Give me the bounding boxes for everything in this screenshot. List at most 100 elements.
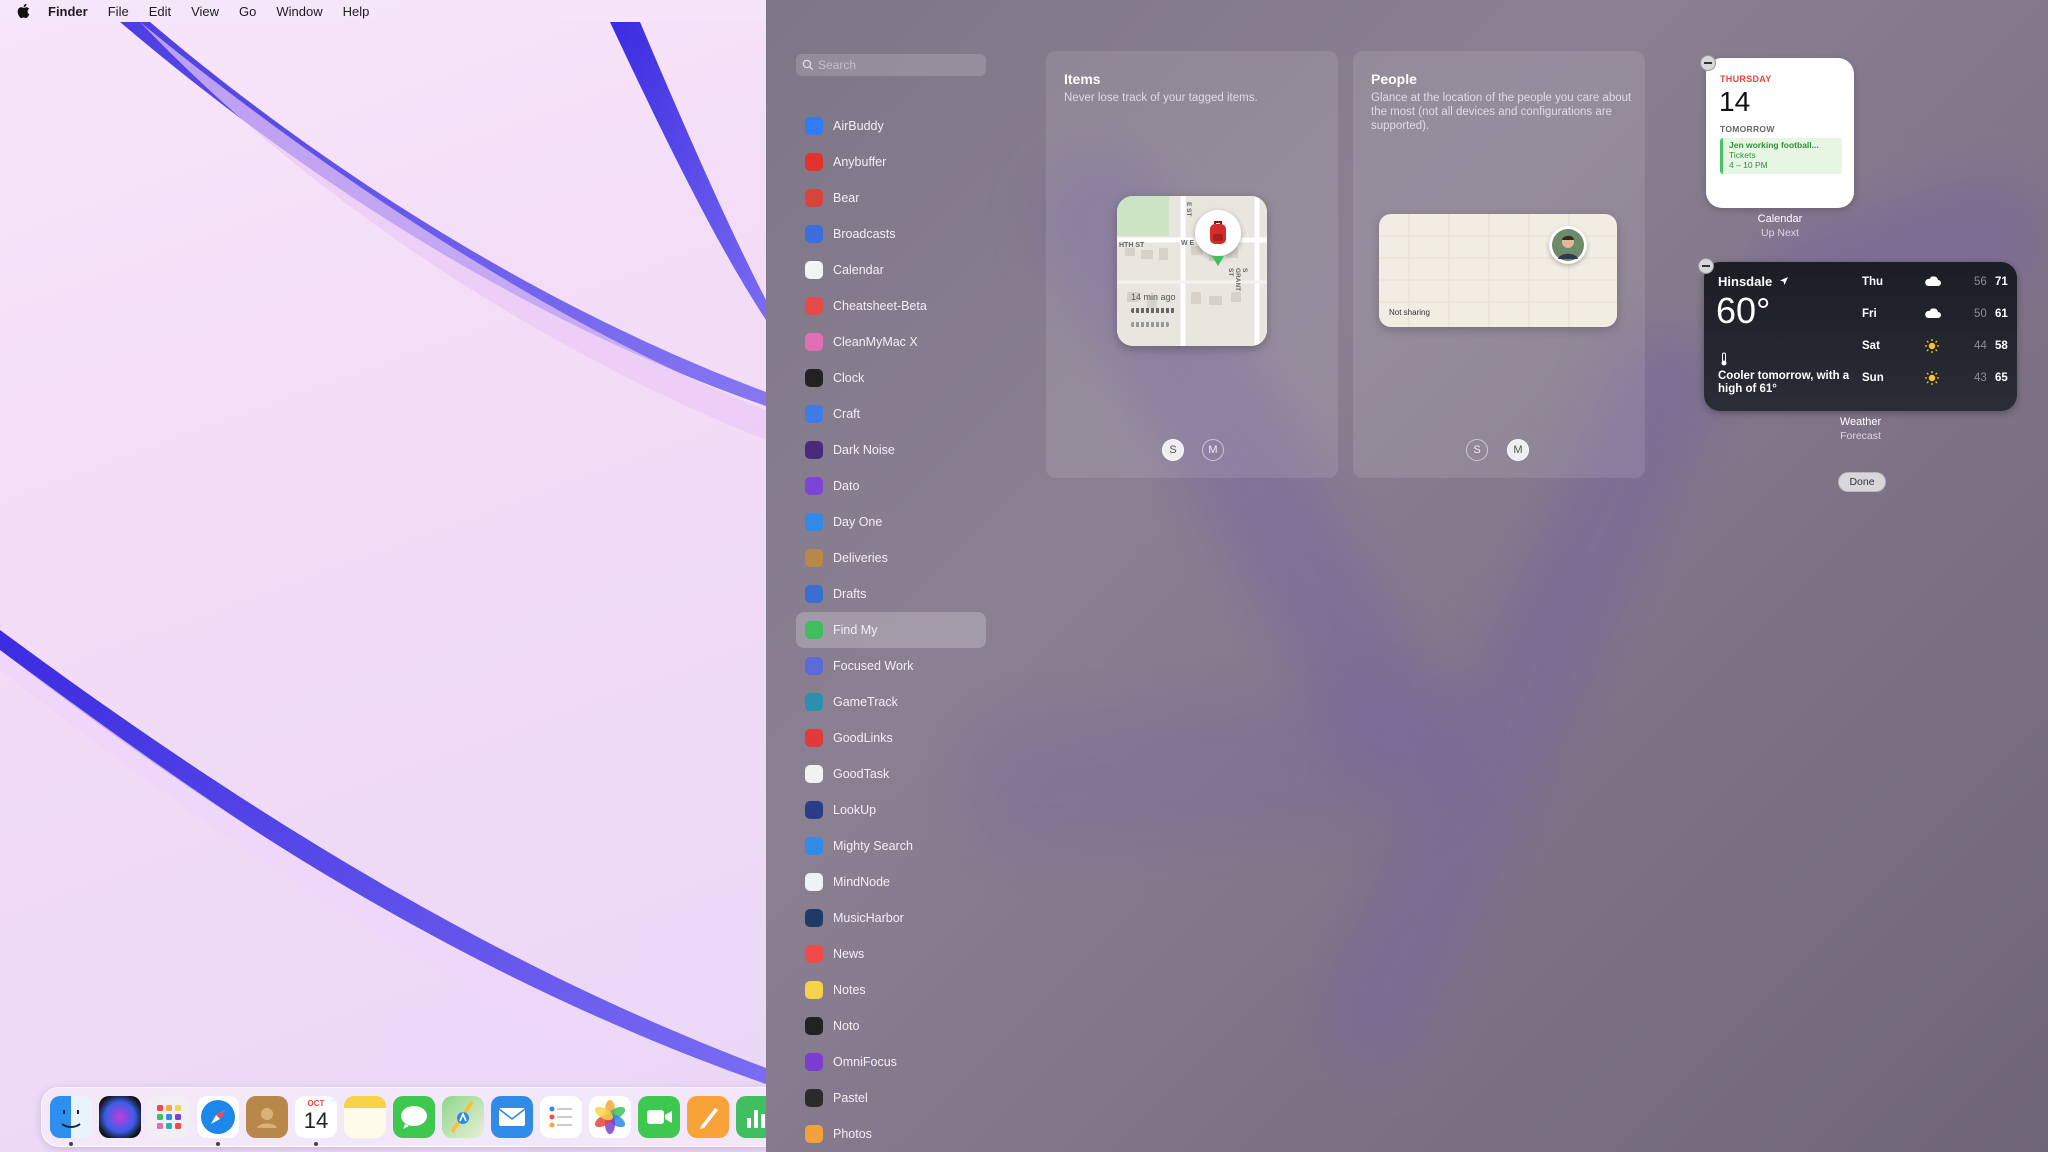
widget-app-item-lookup[interactable]: LookUp [796,792,986,828]
photos-dock-icon[interactable] [589,1096,631,1138]
menu-view[interactable]: View [191,4,219,19]
items-size-small-button[interactable]: S [1162,439,1184,461]
calendar-remove-button[interactable] [1700,55,1716,71]
widget-app-item-mindnode[interactable]: MindNode [796,864,986,900]
map-street-label-1: HTH ST [1119,242,1145,249]
gametrack-app-icon [805,693,823,711]
weather-widget-label: Weather [1839,416,1882,428]
safari-dock-icon[interactable] [197,1096,239,1138]
widget-app-item-omnifocus[interactable]: OmniFocus [796,1044,986,1080]
people-status: Not sharing [1389,308,1430,317]
weather-city: Hinsdale [1718,274,1789,289]
widget-app-item-anybuffer[interactable]: Anybuffer [796,144,986,180]
map-street-label-2: W E [1181,240,1195,247]
goodtask-app-icon [805,765,823,783]
items-widget-card[interactable]: Items Never lose track of your tagged it… [1046,51,1338,478]
items-size-medium-button[interactable]: M [1202,439,1224,461]
widget-search-field[interactable] [796,54,986,76]
widget-app-item-mighty-search[interactable]: Mighty Search [796,828,986,864]
widget-app-item-notes[interactable]: Notes [796,972,986,1008]
calendar-widget[interactable]: THURSDAY 14 TOMORROW Jen working footbal… [1706,58,1854,208]
widget-app-item-musicharbor[interactable]: MusicHarbor [796,900,986,936]
items-redacted-address [1131,322,1169,327]
apple-logo-icon[interactable] [16,3,30,19]
finder-dock-icon[interactable] [50,1096,92,1138]
people-widget-card[interactable]: People Glance at the location of the peo… [1353,51,1645,478]
widget-app-item-focused-work[interactable]: Focused Work [796,648,986,684]
menu-app-finder[interactable]: Finder [48,4,88,19]
widget-app-item-gametrack[interactable]: GameTrack [796,684,986,720]
notes-dock-icon[interactable] [344,1096,386,1138]
widget-app-item-news[interactable]: News [796,936,986,972]
people-size-medium-button[interactable]: M [1507,439,1529,461]
people-size-small-button[interactable]: S [1466,439,1488,461]
widget-app-item-day-one[interactable]: Day One [796,504,986,540]
items-widget-preview[interactable]: HTH ST W E S GRANT ST E ST 14 min ago [1117,196,1267,346]
calendar-event[interactable]: Jen working football... Tickets 4 – 10 P… [1720,138,1842,174]
calendar-dock-month: OCT [307,1099,325,1108]
forecast-high: 65 [1995,372,2008,384]
widget-app-item-cleanmymac-x[interactable]: CleanMyMac X [796,324,986,360]
sun-icon [1924,338,1940,359]
safari-running-dot [216,1142,220,1146]
weather-remove-button[interactable] [1698,258,1714,274]
widget-app-label: Find My [833,623,878,637]
pages-dock-icon[interactable] [687,1096,729,1138]
done-button[interactable]: Done [1838,472,1886,492]
widget-app-item-deliveries[interactable]: Deliveries [796,540,986,576]
menu-go[interactable]: Go [239,4,256,19]
widget-app-item-photos[interactable]: Photos [796,1116,986,1152]
pastel-app-icon [805,1089,823,1107]
widget-app-label: OmniFocus [833,1055,897,1069]
siri-dock-icon[interactable] [99,1096,141,1138]
widget-app-item-craft[interactable]: Craft [796,396,986,432]
widget-app-item-dark-noise[interactable]: Dark Noise [796,432,986,468]
person-avatar[interactable] [1549,226,1587,264]
launchpad-dock-icon[interactable] [148,1096,190,1138]
widget-app-item-find-my[interactable]: Find My [796,612,986,648]
widget-app-label: AirBuddy [833,119,884,133]
widget-app-item-noto[interactable]: Noto [796,1008,986,1044]
widget-app-item-goodtask[interactable]: GoodTask [796,756,986,792]
widget-app-item-bear[interactable]: Bear [796,180,986,216]
focused-work-app-icon [805,657,823,675]
people-widget-preview[interactable]: Not sharing [1379,214,1617,327]
contacts-dock-icon[interactable] [246,1096,288,1138]
widget-app-item-cheatsheet-beta[interactable]: Cheatsheet-Beta [796,288,986,324]
thermometer-icon [1721,352,1727,366]
deliveries-app-icon [805,549,823,567]
cloud-icon [1924,274,1942,293]
lookup-app-icon [805,801,823,819]
forecast-low: 50 [1974,308,1987,320]
widget-app-item-calendar[interactable]: Calendar [796,252,986,288]
craft-app-icon [805,405,823,423]
facetime-dock-icon[interactable] [638,1096,680,1138]
widget-app-item-clock[interactable]: Clock [796,360,986,396]
widget-app-item-pastel[interactable]: Pastel [796,1080,986,1116]
messages-dock-icon[interactable] [393,1096,435,1138]
reminders-dock-icon[interactable] [540,1096,582,1138]
mail-dock-icon[interactable] [491,1096,533,1138]
maps-dock-icon[interactable] [442,1096,484,1138]
menu-window[interactable]: Window [276,4,322,19]
widget-app-item-broadcasts[interactable]: Broadcasts [796,216,986,252]
widget-search-input[interactable] [818,58,978,72]
calendar-event-title: Jen working football... [1729,140,1819,150]
anybuffer-app-icon [805,153,823,171]
widget-app-item-goodlinks[interactable]: GoodLinks [796,720,986,756]
widget-app-item-dato[interactable]: Dato [796,468,986,504]
calendar-dock-icon[interactable]: OCT 14 [295,1096,337,1138]
menu-help[interactable]: Help [343,4,370,19]
menu-file[interactable]: File [108,4,129,19]
weather-widget[interactable]: Hinsdale 60° Cooler tomorrow, with a hig… [1704,262,2017,411]
minus-icon [1704,62,1712,64]
widget-app-item-airbuddy[interactable]: AirBuddy [796,108,986,144]
widget-app-list: AirBuddy Anybuffer Bear Broadcasts Calendar C… [796,108,986,1152]
tracked-item-pin[interactable] [1195,210,1241,256]
widget-app-label: MusicHarbor [833,911,904,925]
weather-city-name: Hinsdale [1718,274,1773,289]
people-widget-title: People [1371,71,1417,87]
menu-edit[interactable]: Edit [149,4,171,19]
widget-app-item-drafts[interactable]: Drafts [796,576,986,612]
widget-app-label: Dato [833,479,860,493]
